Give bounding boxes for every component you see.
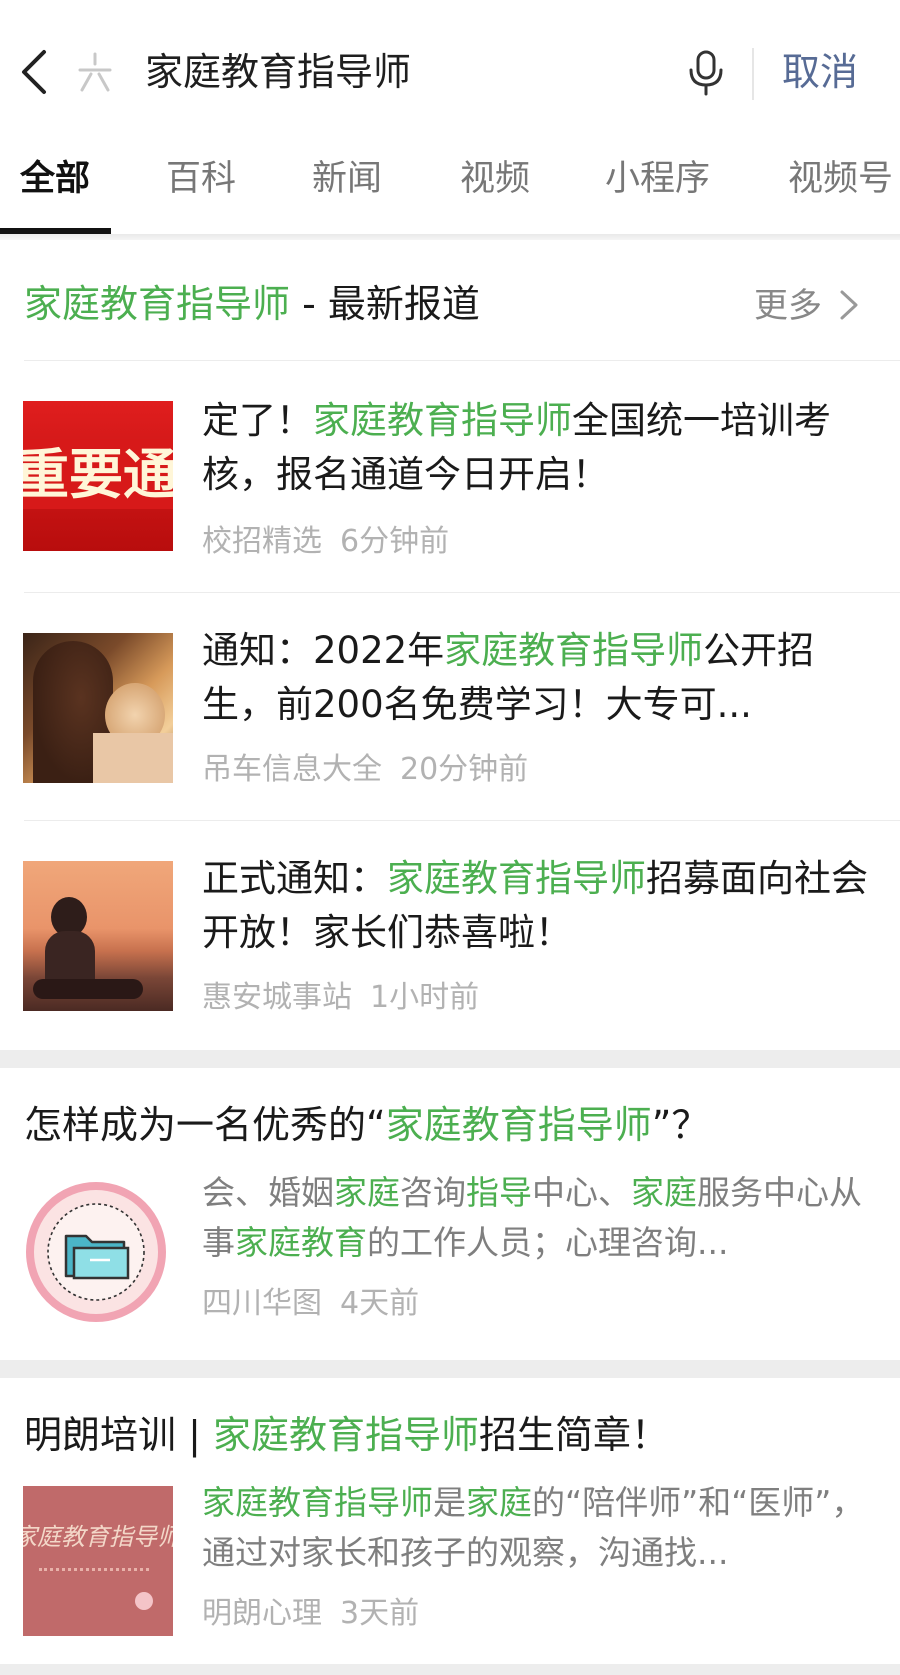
article-meta: 惠安城事站 1小时前 <box>202 976 479 1020</box>
header-divider <box>752 48 754 100</box>
snippet-keyword: 家庭教育 <box>235 1223 367 1262</box>
article-meta: 校招精选 6分钟前 <box>202 520 449 564</box>
article-source: 惠安城事站 <box>202 980 352 1015</box>
title-text: 怎样成为一名优秀的“ <box>24 1103 386 1147</box>
section-gap <box>0 1050 900 1068</box>
snippet-text: 咨询 <box>400 1173 466 1212</box>
thumbnail-decoration <box>39 1568 149 1575</box>
title-text: 招生简章！ <box>478 1413 669 1457</box>
category-tabs: 全部 百科 新闻 视频 小程序 视频号 <box>0 124 900 234</box>
back-arrow-icon[interactable] <box>18 48 52 96</box>
tab-news[interactable]: 新闻 <box>312 154 382 204</box>
article-title[interactable]: 通知：2022年家庭教育指导师公开招生，前200名免费学习！大专可... <box>202 624 872 732</box>
result-thumbnail[interactable]: 家庭教育指导师 <box>23 1486 173 1636</box>
article-title[interactable]: 正式通知：家庭教育指导师招募面向社会开放！家长们恭喜啦！ <box>202 852 872 960</box>
article-source: 校招精选 <box>202 524 322 559</box>
article-source: 吊车信息大全 <box>202 752 382 787</box>
tab-encyclopedia[interactable]: 百科 <box>166 154 236 204</box>
article-thumbnail[interactable]: 重要通知 <box>23 401 173 551</box>
snippet-keyword: 家庭 <box>466 1483 532 1522</box>
title-text: 通知：2022年 <box>202 629 445 672</box>
snippet-text: 中心、 <box>532 1173 631 1212</box>
title-text: 明朗培训 | <box>24 1413 213 1457</box>
title-keyword: 家庭教育指导师 <box>385 1103 652 1147</box>
thumbnail-figure <box>33 979 143 999</box>
section-gap <box>0 1360 900 1378</box>
folder-icon[interactable] <box>24 1180 168 1324</box>
title-keyword: 家庭教育指导师 <box>444 629 704 672</box>
title-text: ”？ <box>651 1103 710 1147</box>
snippet-keyword: 家庭 <box>334 1173 400 1212</box>
title-text: 正式通知： <box>202 857 387 900</box>
divider <box>24 360 900 361</box>
thumbnail-figure <box>93 733 173 783</box>
chevron-right-icon[interactable] <box>838 288 860 322</box>
snippet-keyword: 家庭教育指导师 <box>202 1483 433 1522</box>
news-title-rest: - 最新报道 <box>290 282 480 326</box>
article-title[interactable]: 定了！家庭教育指导师全国统一培训考核，报名通道今日开启！ <box>202 394 872 502</box>
thumbnail-text: 重要通知 <box>23 439 173 509</box>
search-input[interactable]: 家庭教育指导师 <box>145 46 411 98</box>
tab-channels[interactable]: 视频号 <box>788 154 893 204</box>
result-source: 明朗心理 <box>202 1596 322 1631</box>
result-time: 3天前 <box>340 1596 420 1631</box>
thumbnail-text: 家庭教育指导师 <box>23 1523 173 1551</box>
result-meta: 四川华图 4天前 <box>202 1282 419 1326</box>
tab-mini-program[interactable]: 小程序 <box>605 154 710 204</box>
article-thumbnail[interactable] <box>23 633 173 783</box>
snippet-text: 会、婚姻 <box>202 1173 334 1212</box>
news-title-keyword: 家庭教育指导师 <box>24 282 291 326</box>
cancel-button[interactable]: 取消 <box>782 46 858 98</box>
more-link[interactable]: 更多 <box>754 282 822 330</box>
tab-all[interactable]: 全部 <box>20 154 90 204</box>
title-keyword: 家庭教育指导师 <box>387 857 646 900</box>
search-logo-icon <box>78 52 112 92</box>
article-time: 1小时前 <box>370 980 480 1015</box>
divider <box>24 820 900 821</box>
article-time: 6分钟前 <box>340 524 450 559</box>
search-bar: 家庭教育指导师 取消 <box>0 0 900 125</box>
title-keyword: 家庭教育指导师 <box>212 1413 479 1457</box>
article-meta: 吊车信息大全 20分钟前 <box>202 748 528 792</box>
result-snippet[interactable]: 会、婚姻家庭咨询指导中心、家庭服务中心从事家庭教育的工作人员；心理咨询... <box>202 1168 872 1268</box>
result-time: 4天前 <box>340 1286 420 1321</box>
tab-video[interactable]: 视频 <box>460 154 530 204</box>
section-gap <box>0 1664 900 1675</box>
news-section-title[interactable]: 家庭教育指导师 - 最新报道 <box>24 278 480 330</box>
snippet-text: 是 <box>433 1483 466 1522</box>
divider <box>24 592 900 593</box>
title-text: 定了！ <box>202 399 313 442</box>
microphone-icon[interactable] <box>686 50 726 96</box>
snippet-text: 的工作人员；心理咨询... <box>367 1223 729 1262</box>
article-time: 20分钟前 <box>400 752 529 787</box>
result-title[interactable]: 明朗培训 | 家庭教育指导师招生简章！ <box>24 1408 669 1462</box>
tabs-divider <box>0 234 900 240</box>
snippet-keyword: 指导 <box>466 1173 532 1212</box>
result-title[interactable]: 怎样成为一名优秀的“家庭教育指导师”？ <box>24 1098 709 1152</box>
result-source: 四川华图 <box>202 1286 322 1321</box>
result-meta: 明朗心理 3天前 <box>202 1592 419 1636</box>
thumbnail-decoration <box>135 1592 153 1610</box>
snippet-keyword: 家庭 <box>631 1173 697 1212</box>
article-thumbnail[interactable] <box>23 861 173 1011</box>
title-keyword: 家庭教育指导师 <box>313 399 572 442</box>
result-snippet[interactable]: 家庭教育指导师是家庭的“陪伴师”和“医师”，通过对家长和孩子的观察，沟通找... <box>202 1478 872 1578</box>
